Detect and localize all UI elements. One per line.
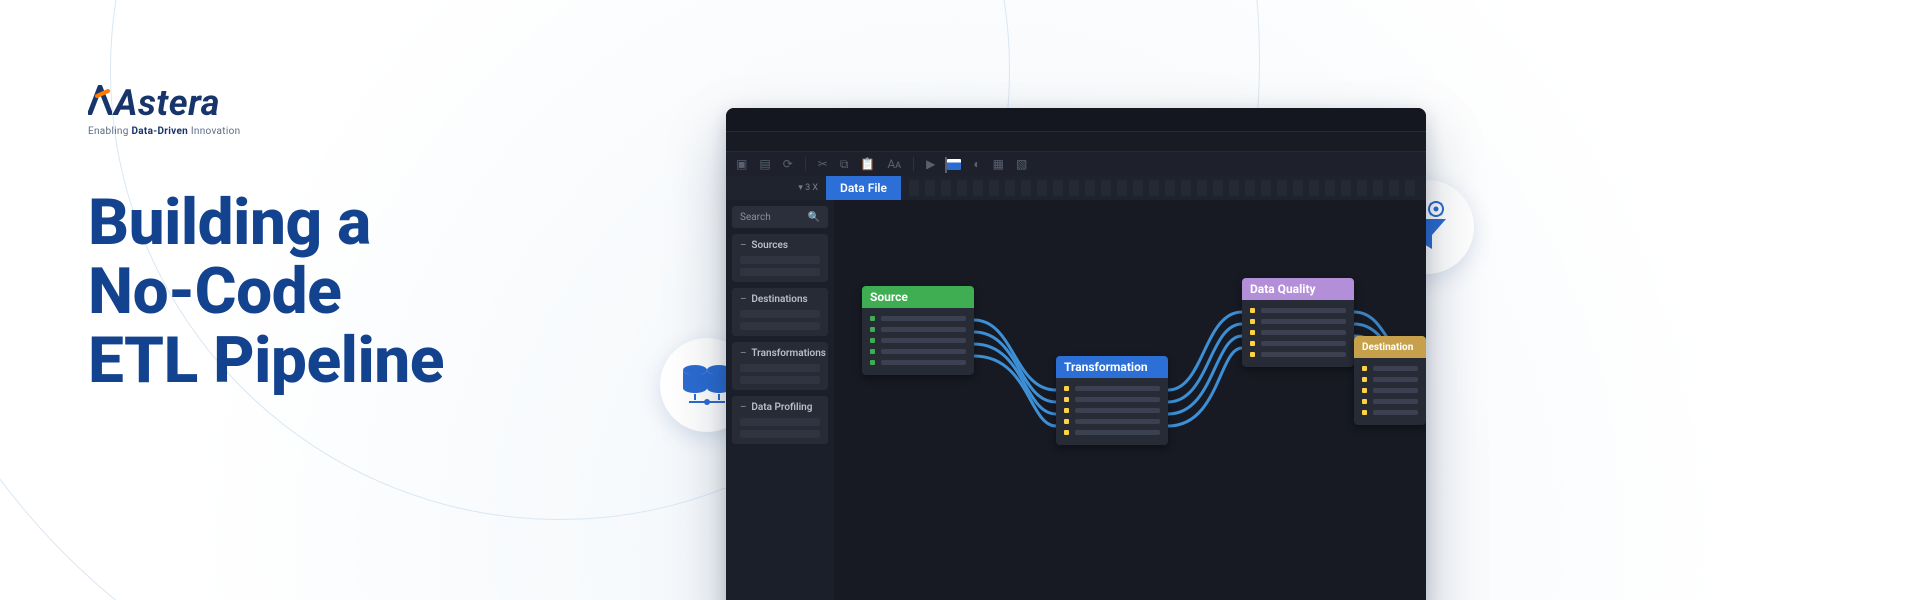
brand-mark-icon [88, 85, 112, 115]
node-data-quality[interactable]: Data Quality [1242, 278, 1354, 367]
brand-tag-bold: Data-Driven [131, 126, 188, 137]
sidebar-item[interactable] [740, 322, 820, 330]
window-menubar [726, 132, 1426, 152]
tab-gutter[interactable]: ▾ 3 X [726, 183, 826, 193]
sidebar-item[interactable] [740, 376, 820, 384]
sidebar-item[interactable] [740, 256, 820, 264]
font-icon[interactable]: Aᴀ [887, 157, 901, 171]
toolbar-icon[interactable]: ▣ [736, 157, 747, 171]
sidebar-label: Sources [751, 240, 788, 251]
sidebar-label: Transformations [751, 348, 826, 359]
sidebar-category-destinations[interactable]: Destinations [732, 288, 828, 336]
page-headline: Building a No-Code ETL Pipeline [88, 188, 444, 395]
sidebar-label: Destinations [751, 294, 807, 305]
toolbar: ▣ ▤ ⟳ ✂ ⧉ 📋 Aᴀ ▶ ◐ ▦ ▧ [726, 152, 1426, 176]
node-title: Transformation [1056, 356, 1168, 378]
tabstrip-toolbar[interactable] [909, 180, 1418, 196]
paste-icon[interactable]: 📋 [860, 157, 875, 171]
tab-data-file[interactable]: Data File [826, 176, 901, 200]
sidebar-item[interactable] [740, 364, 820, 372]
toolbar-icon[interactable]: ⟳ [783, 157, 793, 171]
search-placeholder: Search [740, 212, 771, 223]
toolbar-icon[interactable]: ▧ [1016, 157, 1027, 171]
search-icon: 🔍 [808, 212, 820, 223]
sidebar: Search 🔍 Sources Destinations Transforma… [726, 200, 834, 600]
brand-logo: Astera Enabling Data-Driven Innovation [88, 82, 240, 137]
toolbar-icon[interactable]: ◐ [973, 157, 980, 171]
headline-line-1: Building a [88, 188, 444, 257]
sidebar-category-sources[interactable]: Sources [732, 234, 828, 282]
search-input[interactable]: Search 🔍 [732, 206, 828, 228]
brand-name: Astera [114, 82, 220, 124]
app-window: ▣ ▤ ⟳ ✂ ⧉ 📋 Aᴀ ▶ ◐ ▦ ▧ ▾ 3 X Data File S… [726, 108, 1426, 600]
tabstrip: ▾ 3 X Data File [726, 176, 1426, 200]
toolbar-sep [805, 157, 806, 171]
brand-tag-post: Innovation [188, 126, 240, 137]
node-title: Data Quality [1242, 278, 1354, 300]
toolbar-icon[interactable]: ▦ [993, 157, 1004, 171]
sidebar-label: Data Profiling [751, 402, 812, 413]
brand-tagline: Enabling Data-Driven Innovation [88, 126, 240, 137]
headline-line-3: ETL Pipeline [88, 326, 444, 395]
sidebar-item[interactable] [740, 268, 820, 276]
sidebar-item[interactable] [740, 310, 820, 318]
toolbar-sep [913, 157, 914, 171]
copy-icon[interactable]: ⧉ [840, 157, 849, 172]
node-title: Source [862, 286, 974, 308]
cut-icon[interactable]: ✂ [818, 157, 828, 171]
sidebar-item[interactable] [740, 430, 820, 438]
headline-line-2: No-Code [88, 257, 444, 326]
toolbar-icon[interactable]: ▤ [759, 157, 770, 171]
brand-tag-pre: Enabling [88, 126, 131, 137]
pipeline-canvas[interactable]: Source Transformation [834, 200, 1426, 600]
node-transformation[interactable]: Transformation [1056, 356, 1168, 445]
node-title: Destination [1354, 336, 1426, 358]
workspace: Search 🔍 Sources Destinations Transforma… [726, 200, 1426, 600]
node-source[interactable]: Source [862, 286, 974, 375]
window-titlebar [726, 108, 1426, 132]
sidebar-item[interactable] [740, 418, 820, 426]
sidebar-category-transformations[interactable]: Transformations [732, 342, 828, 390]
sidebar-category-profiling[interactable]: Data Profiling [732, 396, 828, 444]
node-destination[interactable]: Destination [1354, 336, 1426, 425]
toolbar-icon[interactable]: ▶ [926, 157, 935, 171]
flag-icon[interactable] [947, 159, 961, 170]
